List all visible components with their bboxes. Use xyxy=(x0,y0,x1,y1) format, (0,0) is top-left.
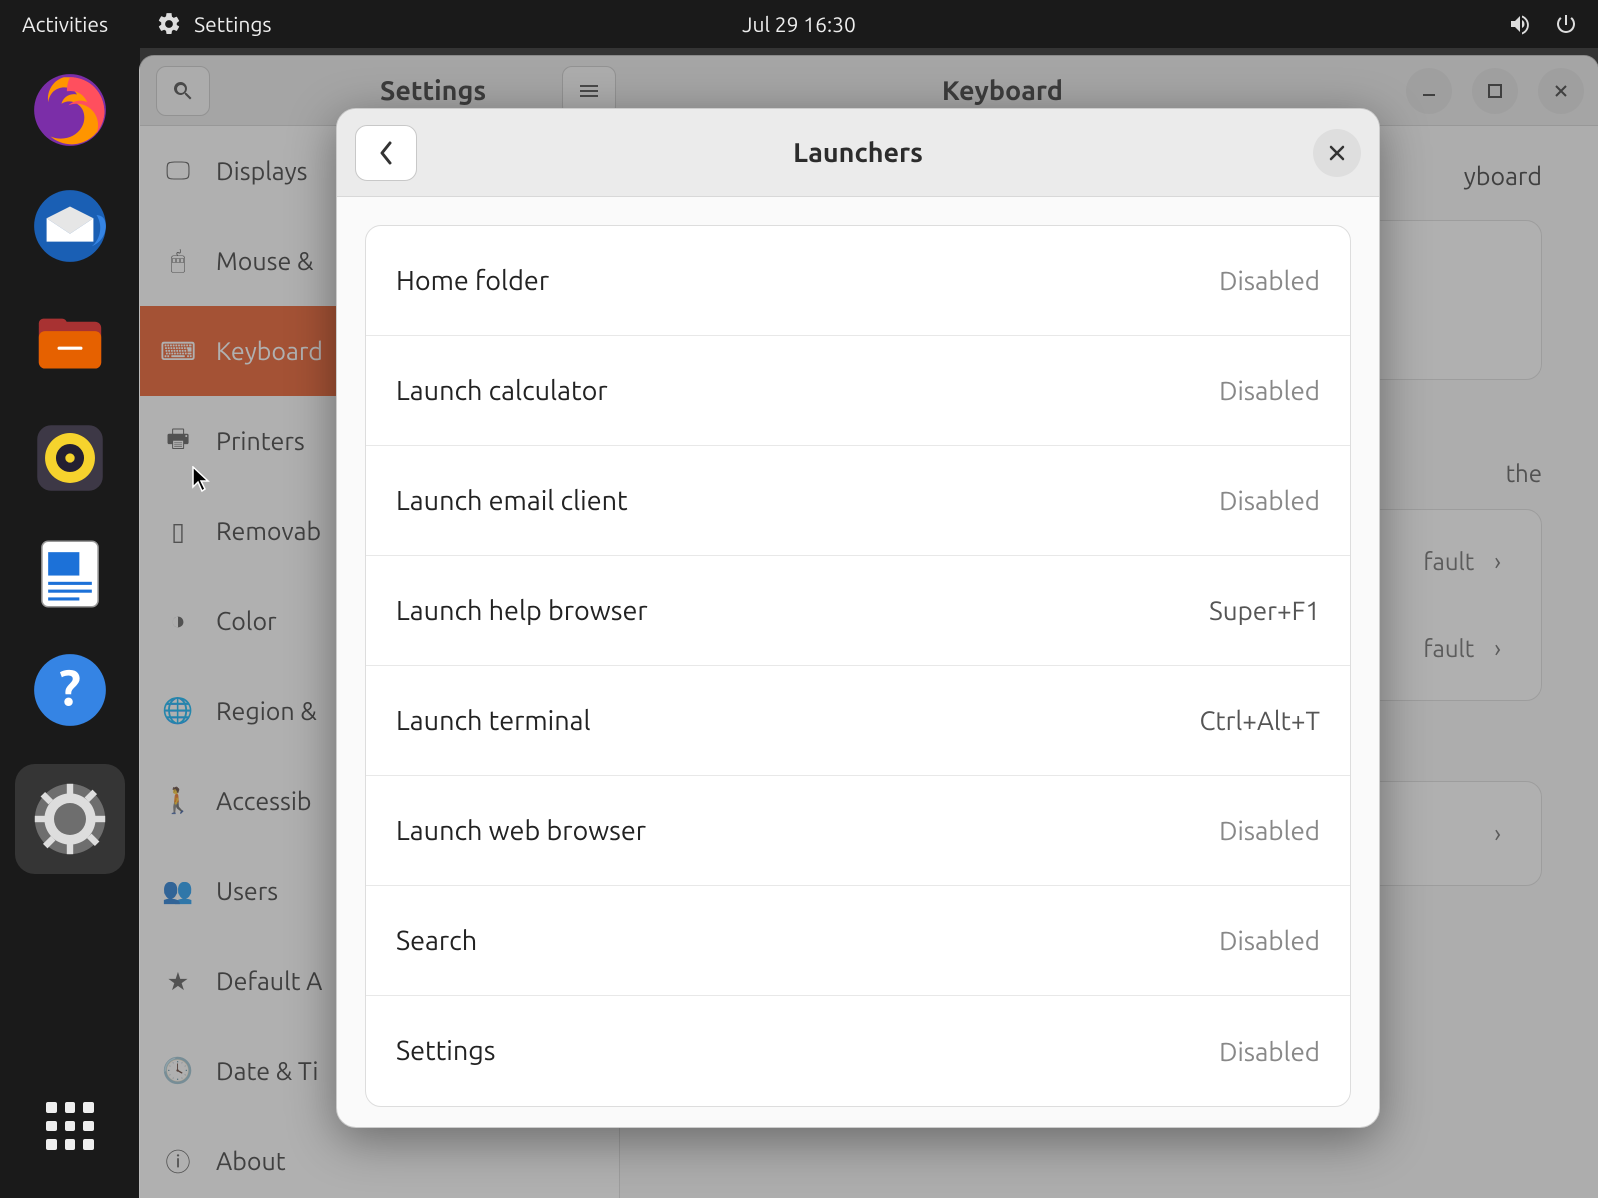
shortcut-label: Launch web browser xyxy=(396,816,646,846)
shortcut-row-terminal[interactable]: Launch terminal Ctrl+Alt+T xyxy=(366,666,1350,776)
dock-firefox[interactable] xyxy=(28,68,112,152)
top-bar: Activities Settings Jul 29 16:30 xyxy=(0,0,1598,48)
dock-settings[interactable] xyxy=(15,764,125,874)
shortcut-list: Home folder Disabled Launch calculator Dis… xyxy=(365,225,1351,1107)
dock-help[interactable]: ? xyxy=(28,648,112,732)
svg-text:?: ? xyxy=(59,660,81,716)
dock-writer[interactable] xyxy=(28,532,112,616)
shortcut-value: Disabled xyxy=(1219,1037,1320,1066)
shortcut-value: Disabled xyxy=(1219,266,1320,295)
shortcut-value: Disabled xyxy=(1219,486,1320,515)
close-icon xyxy=(1327,143,1347,163)
launchers-dialog: Launchers Home folder Disabled Launch cal… xyxy=(336,108,1380,1128)
shortcut-value: Disabled xyxy=(1219,376,1320,405)
activities-button[interactable]: Activities xyxy=(22,12,108,36)
shortcut-label: Launch terminal xyxy=(396,706,591,736)
dialog-close-button[interactable] xyxy=(1313,129,1361,177)
shortcut-value: Disabled xyxy=(1219,926,1320,955)
shortcut-value: Disabled xyxy=(1219,816,1320,845)
dock-files[interactable] xyxy=(28,300,112,384)
dock: ? xyxy=(0,48,140,1198)
shortcut-label: Home folder xyxy=(396,266,549,296)
topbar-app-label: Settings xyxy=(194,12,271,36)
topbar-clock[interactable]: Jul 29 16:30 xyxy=(742,12,856,36)
dock-thunderbird[interactable] xyxy=(28,184,112,268)
shortcut-row-help[interactable]: Launch help browser Super+F1 xyxy=(366,556,1350,666)
shortcut-row-search[interactable]: Search Disabled xyxy=(366,886,1350,996)
dialog-headerbar: Launchers xyxy=(337,109,1379,197)
shortcut-row-email[interactable]: Launch email client Disabled xyxy=(366,446,1350,556)
gear-icon xyxy=(156,11,182,37)
shortcut-value: Super+F1 xyxy=(1209,596,1320,625)
dock-show-apps[interactable] xyxy=(28,1084,112,1168)
shortcut-value: Ctrl+Alt+T xyxy=(1199,706,1320,735)
dock-rhythmbox[interactable] xyxy=(28,416,112,500)
volume-icon xyxy=(1508,12,1532,36)
topbar-system-menu[interactable] xyxy=(1508,12,1578,36)
dialog-body: Home folder Disabled Launch calculator Dis… xyxy=(337,197,1379,1128)
shortcut-label: Launch calculator xyxy=(396,376,608,406)
shortcut-label: Launch email client xyxy=(396,486,628,516)
shortcut-label: Search xyxy=(396,926,477,956)
shortcut-label: Settings xyxy=(396,1036,496,1066)
back-button[interactable] xyxy=(355,125,417,181)
shortcut-label: Launch help browser xyxy=(396,596,648,626)
shortcut-row-web-browser[interactable]: Launch web browser Disabled xyxy=(366,776,1350,886)
chevron-left-icon xyxy=(376,139,396,167)
shortcut-row-calculator[interactable]: Launch calculator Disabled xyxy=(366,336,1350,446)
dialog-title: Launchers xyxy=(793,138,923,168)
shortcut-row-settings[interactable]: Settings Disabled xyxy=(366,996,1350,1106)
shortcut-row-home-folder[interactable]: Home folder Disabled xyxy=(366,226,1350,336)
power-icon xyxy=(1554,12,1578,36)
topbar-app-menu[interactable]: Settings xyxy=(156,11,271,37)
